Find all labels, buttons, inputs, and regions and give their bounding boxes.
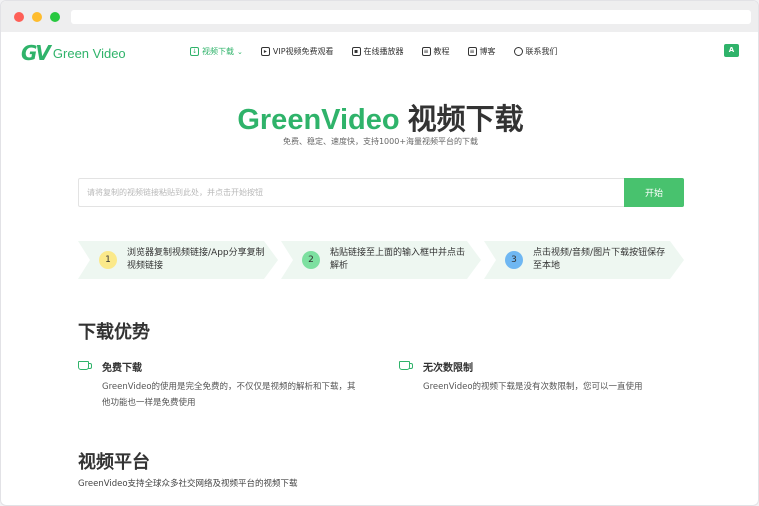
nav-item-label: 博客 — [479, 47, 496, 56]
hero-title-brand: GreenVideo — [237, 104, 400, 136]
nav-item-online-player[interactable]: ▪ 在线播放器 — [351, 46, 404, 57]
nav-item-label: 视频下载 — [202, 47, 234, 56]
step-number: 3 — [505, 251, 523, 269]
logo-text: Green Video — [52, 45, 126, 61]
feature-free-download: 免费下载 GreenVideo的使用是完全免费的，不仅仅是视频的解析和下载，其他… — [78, 359, 368, 419]
player-icon: ▪ — [351, 47, 361, 56]
hero-title: GreenVideo 视频下载 — [1, 96, 758, 138]
platforms-title: 视频平台 — [78, 452, 150, 473]
chevron-down-icon: ⌄ — [237, 47, 243, 56]
hero-subtitle: 免费、稳定、速度快，支持1000+海量视频平台的下载 — [282, 137, 479, 146]
download-icon: ↓ — [190, 47, 199, 56]
step-text: 浏览器复制视频链接/App分享复制视频链接 — [127, 248, 265, 271]
nav-item-label: 教程 — [433, 47, 450, 56]
step-3: 3 点击视频/音频/图片下载按钮保存至本地 — [484, 241, 684, 279]
close-window-button[interactable] — [14, 12, 24, 22]
book-icon: ≡ — [421, 47, 431, 56]
hero-title-rest: 视频下载 — [399, 104, 524, 136]
blog-icon: ≡ — [467, 47, 477, 56]
logo-mark: GV — [21, 41, 51, 65]
step-text: 粘贴链接至上面的输入框中并点击解析 — [330, 248, 466, 271]
browser-chrome — [1, 1, 758, 32]
nav-item-vip-video[interactable]: ▸ VIP视频免费观看 — [260, 46, 334, 57]
video-url-input[interactable] — [79, 179, 625, 206]
search-bar: 开始 — [78, 178, 684, 207]
cup-icon — [399, 361, 413, 370]
step-number: 1 — [99, 251, 117, 269]
nav-item-blog[interactable]: ≡ 博客 — [467, 46, 496, 57]
nav-item-video-download[interactable]: ↓ 视频下载 ⌄ — [190, 46, 243, 57]
feature-name: 免费下载 — [102, 363, 142, 374]
maximize-window-button[interactable] — [50, 12, 60, 22]
step-1: 1 浏览器复制视频链接/App分享复制视频链接 — [78, 241, 278, 279]
step-number: 2 — [302, 251, 320, 269]
step-2: 2 粘贴链接至上面的输入框中并点击解析 — [281, 241, 481, 279]
feature-name: 无次数限制 — [423, 363, 473, 374]
logo[interactable]: GV Green Video — [21, 41, 126, 65]
feature-no-limit: 无次数限制 GreenVideo的视频下载是没有次数限制，您可以一直使用 — [399, 359, 689, 419]
feature-desc: GreenVideo的使用是完全免费的，不仅仅是视频的解析和下载，其他功能也一样… — [102, 382, 356, 408]
play-icon: ▸ — [260, 47, 270, 56]
translate-icon[interactable]: A — [724, 44, 739, 57]
nav-item-contact[interactable]: 联系我们 — [513, 46, 558, 57]
minimize-window-button[interactable] — [32, 12, 42, 22]
top-nav: GV Green Video ↓ 视频下载 ⌄ ▸ VIP视频免费观看 ▪ 在线… — [1, 32, 758, 72]
main-menu: ↓ 视频下载 ⌄ ▸ VIP视频免费观看 ▪ 在线播放器 ≡ 教程 ≡ 博客 联… — [190, 46, 576, 57]
nav-item-label: VIP视频免费观看 — [272, 47, 334, 56]
nav-item-tutorial[interactable]: ≡ 教程 — [421, 46, 450, 57]
address-bar[interactable] — [71, 10, 751, 24]
feature-desc: GreenVideo的视频下载是没有次数限制，您可以一直使用 — [423, 382, 643, 392]
steps-row: 1 浏览器复制视频链接/App分享复制视频链接 2 粘贴链接至上面的输入框中并点… — [78, 241, 684, 279]
headset-icon — [513, 47, 523, 56]
cup-icon — [78, 361, 92, 370]
step-text: 点击视频/音频/图片下载按钮保存至本地 — [533, 248, 666, 271]
advantages-title: 下载优势 — [78, 322, 150, 343]
platforms-desc: GreenVideo支持全球众多社交网络及视频平台的视频下载 — [78, 479, 298, 489]
browser-window: GV Green Video ↓ 视频下载 ⌄ ▸ VIP视频免费观看 ▪ 在线… — [0, 0, 759, 506]
start-button[interactable]: 开始 — [624, 178, 684, 207]
nav-item-label: 联系我们 — [525, 47, 558, 56]
nav-item-label: 在线播放器 — [363, 47, 404, 56]
